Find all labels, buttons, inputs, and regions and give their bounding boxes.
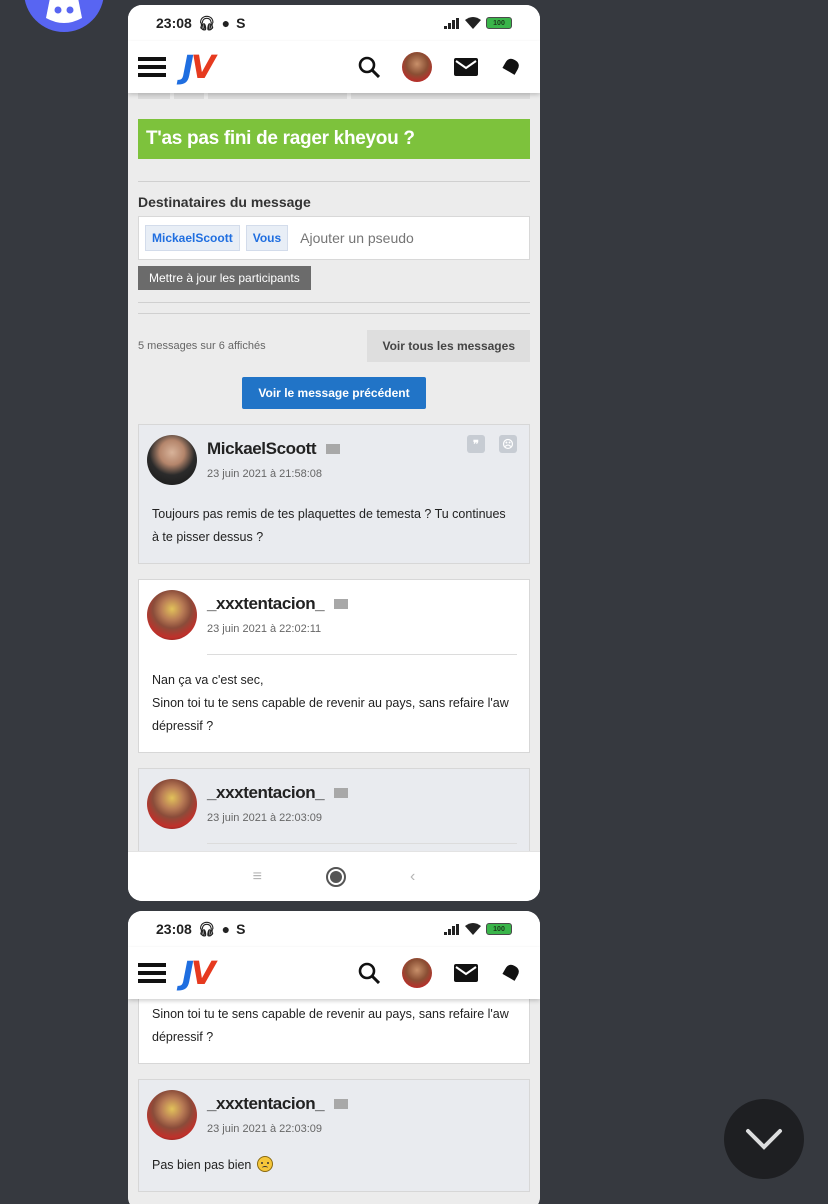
top-navbar: JV	[128, 947, 540, 999]
update-participants-button[interactable]: Mettre à jour les participants	[138, 266, 311, 290]
back-icon[interactable]: ‹	[410, 868, 415, 886]
divider	[138, 181, 530, 182]
mail-icon[interactable]	[454, 58, 478, 76]
recent-apps-icon[interactable]: ≡	[253, 868, 262, 886]
search-icon[interactable]	[358, 962, 380, 984]
report-icon[interactable]: ☹	[499, 435, 517, 453]
post-text-line: dépressif ?	[152, 719, 214, 733]
jv-logo[interactable]: JV	[182, 954, 216, 992]
post-text-line: Nan ça va c'est sec,	[152, 673, 264, 687]
author-name[interactable]: _xxxtentacion_	[207, 1094, 325, 1114]
recipients-field[interactable]: MickaelScoott Vous	[138, 216, 530, 260]
recipients-label: Destinataires du message	[138, 194, 311, 210]
divider	[138, 302, 530, 303]
battery-level: 100	[493, 925, 505, 933]
recipient-tag-vous[interactable]: Vous	[245, 225, 289, 251]
hamburger-menu-icon[interactable]	[138, 56, 166, 78]
post-date: 23 juin 2021 à 22:03:09	[207, 812, 322, 824]
wifi-icon	[465, 17, 481, 29]
phone-screenshot-2[interactable]: 23:08 🎧︎ ● S 100 JV Sinon toi tu te sens…	[128, 911, 540, 1204]
sad-face-icon	[256, 1156, 273, 1172]
tabs-strip	[128, 93, 540, 99]
divider	[138, 313, 530, 314]
mail-icon[interactable]	[454, 964, 478, 982]
mail-author-icon[interactable]	[334, 599, 349, 609]
headphones-icon: 🎧︎	[197, 14, 216, 31]
phone-screenshot-1[interactable]: 23:08 🎧︎ ● S 100 JV T'as pas fini de rag…	[128, 5, 540, 901]
previous-message-button[interactable]: Voir le message précédent	[242, 377, 426, 409]
messages-count: 5 messages sur 6 affichés	[138, 340, 266, 352]
post-text-line: à te pisser dessus ?	[152, 530, 264, 544]
wifi-icon	[465, 923, 481, 935]
topic-title: T'as pas fini de rager kheyou ?	[138, 119, 530, 159]
spotify-icon: ●	[221, 921, 231, 937]
search-icon[interactable]	[358, 56, 380, 78]
signal-icon	[444, 923, 459, 935]
recipient-tag-mickaelscoott[interactable]: MickaelScoott	[145, 225, 240, 251]
page-content[interactable]: T'as pas fini de rager kheyou ? Destinat…	[128, 93, 540, 901]
message-post: _xxxtentacion_ 23 juin 2021 à 22:03:09	[138, 768, 530, 859]
chevron-down-icon	[746, 1129, 782, 1150]
mail-author-icon[interactable]	[334, 788, 349, 798]
status-extra-icon: S	[236, 15, 246, 31]
user-avatar[interactable]	[402, 52, 432, 82]
scroll-to-bottom-button[interactable]	[724, 1099, 804, 1179]
post-text-line: Sinon toi tu te sens capable de revenir …	[152, 696, 509, 710]
author-name[interactable]: MickaelScoott	[207, 439, 317, 459]
author-avatar[interactable]	[147, 435, 197, 485]
mail-author-icon[interactable]	[326, 444, 341, 454]
message-post-continued: Sinon toi tu te sens capable de revenir …	[138, 999, 530, 1064]
post-date: 23 juin 2021 à 22:02:11	[207, 623, 322, 635]
status-time: 23:08	[156, 921, 192, 937]
author-name[interactable]: _xxxtentacion_	[207, 594, 325, 614]
battery-icon: 100	[486, 923, 512, 935]
post-date: 23 juin 2021 à 22:03:09	[207, 1123, 322, 1135]
status-bar: 23:08 🎧︎ ● S 100	[128, 911, 540, 947]
divider	[207, 843, 517, 844]
status-extra-icon: S	[236, 921, 246, 937]
author-avatar[interactable]	[147, 1090, 197, 1140]
status-time: 23:08	[156, 15, 192, 31]
message-post: _xxxtentacion_ 23 juin 2021 à 22:02:11 N…	[138, 579, 530, 753]
message-post: MickaelScoott 23 juin 2021 à 21:58:08 ❞ …	[138, 424, 530, 564]
mail-author-icon[interactable]	[334, 1099, 349, 1109]
author-avatar[interactable]	[147, 590, 197, 640]
discord-logo-icon[interactable]	[24, 0, 104, 32]
author-name[interactable]: _xxxtentacion_	[207, 783, 325, 803]
headphones-icon: 🎧︎	[197, 920, 216, 937]
quote-icon[interactable]: ❞	[467, 435, 485, 453]
user-avatar[interactable]	[402, 958, 432, 988]
bell-icon[interactable]	[500, 56, 522, 78]
hamburger-menu-icon[interactable]	[138, 962, 166, 984]
post-text-line: Sinon toi tu te sens capable de revenir …	[152, 1007, 509, 1021]
post-date: 23 juin 2021 à 21:58:08	[207, 468, 322, 480]
status-bar: 23:08 🎧︎ ● S 100	[128, 5, 540, 41]
top-navbar: JV	[128, 41, 540, 93]
home-icon[interactable]	[326, 866, 346, 887]
page-content[interactable]: Sinon toi tu te sens capable de revenir …	[128, 999, 540, 1204]
spotify-icon: ●	[221, 15, 231, 31]
battery-icon: 100	[486, 17, 512, 29]
see-all-messages-button[interactable]: Voir tous les messages	[367, 330, 530, 362]
post-text-line: dépressif ?	[152, 1030, 214, 1044]
add-pseudo-input[interactable]	[300, 230, 461, 246]
signal-icon	[444, 17, 459, 29]
post-text-line: Toujours pas remis de tes plaquettes de …	[152, 507, 506, 521]
jv-logo[interactable]: JV	[182, 48, 216, 86]
android-nav-bar: ≡ ‹	[128, 851, 540, 901]
message-post: _xxxtentacion_ 23 juin 2021 à 22:03:09 P…	[138, 1079, 530, 1192]
battery-level: 100	[493, 19, 505, 27]
post-text-line: Pas bien pas bien	[152, 1158, 252, 1172]
bell-icon[interactable]	[500, 962, 522, 984]
author-avatar[interactable]	[147, 779, 197, 829]
